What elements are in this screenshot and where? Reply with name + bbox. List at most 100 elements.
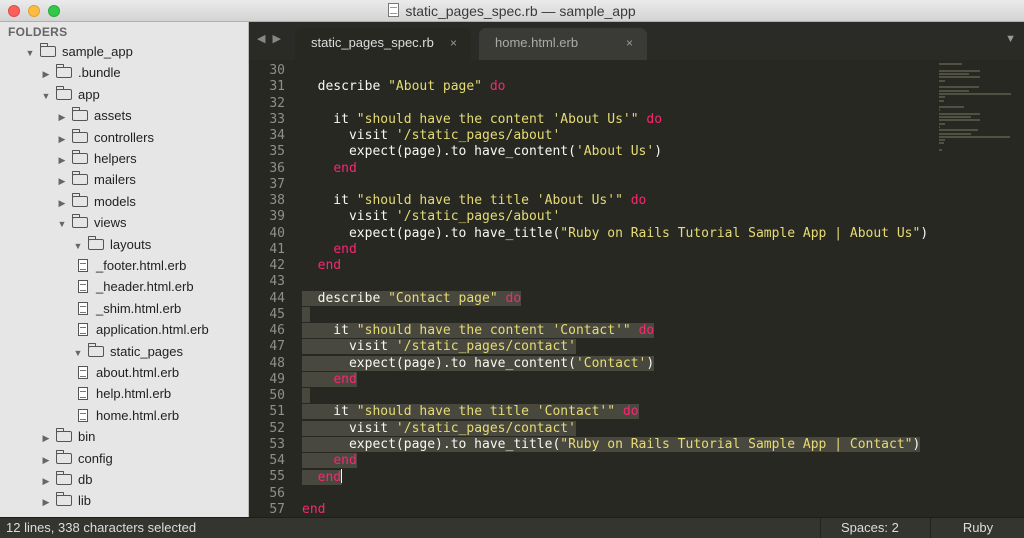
tree-folder[interactable]: ▶ lib [40,491,91,511]
disclosure-closed-icon[interactable]: ▶ [40,428,52,448]
tree-folder[interactable]: ▼ views [56,213,127,233]
disclosure-closed-icon[interactable]: ▶ [56,150,68,170]
folder-icon [88,235,104,250]
code-line[interactable]: it "should have the content 'About Us'" … [302,112,1024,128]
tree-item-label: help.html.erb [96,386,172,402]
code-line[interactable]: expect(page).to have_content('Contact') [302,355,1024,372]
line-number: 57 [269,501,285,517]
disclosure-open-icon[interactable]: ▼ [72,236,84,256]
line-number: 31 [269,79,285,95]
tree-folder[interactable]: ▶ controllers [56,128,154,148]
code-line[interactable]: it "should have the content 'Contact'" d… [302,323,1024,339]
tree-folder[interactable]: ▶ assets [56,106,132,126]
tab-home-html-erb[interactable]: home.html.erb × [479,28,647,60]
file-icon [78,301,88,315]
code-line[interactable] [302,177,1024,193]
keyword-token: do [630,193,647,208]
line-number: 48 [269,355,285,371]
code-line[interactable]: it "should have the title 'About Us'" do [302,193,1024,209]
code-line[interactable]: visit '/static_pages/about' [302,128,1024,144]
tree-folder[interactable]: ▶ config [40,449,113,469]
minimap-line [939,149,942,152]
code-line[interactable]: end [302,258,1024,274]
folder-icon [56,64,72,79]
disclosure-closed-icon[interactable]: ▶ [40,64,52,84]
tree-file[interactable]: home.html.erb [78,406,179,426]
code-line[interactable]: expect(page).to have_content('About Us') [302,144,1024,160]
tree-file[interactable]: _footer.html.erb [78,256,186,276]
code-line[interactable]: expect(page).to have_title("Ruby on Rail… [302,436,1024,453]
selection-status: 12 lines, 338 characters selected [6,520,197,535]
code-area[interactable]: describe "About page" do it "should have… [302,63,1024,517]
tree-folder[interactable]: ▶ db [40,470,92,490]
tree-item-label: _header.html.erb [96,279,194,295]
indentation-setting[interactable]: Spaces: 2 [820,518,930,538]
tree-folder[interactable]: ▼ app [40,85,100,105]
code-line[interactable] [302,388,1024,404]
disclosure-open-icon[interactable]: ▼ [56,214,68,234]
syntax-selector[interactable]: Ruby [930,518,1024,538]
code-editor[interactable]: 30 31 32 33 34 35 36 37 38 39 40 41 42 43 44 45 46 47 48 49… [249,60,1024,517]
string-token: "should have the title 'About Us'" [356,193,623,208]
tree-folder[interactable]: ▼ layouts [72,235,151,255]
file-icon [78,387,88,401]
code-line[interactable] [302,63,1024,79]
code-token: visit [302,339,396,355]
tab-static-pages-spec[interactable]: static_pages_spec.rb × [295,28,471,60]
folder-icon [72,192,88,207]
code-token: expect(page).to have_title( [302,225,561,241]
code-line[interactable]: end [302,469,1024,486]
tree-folder[interactable]: ▶ mailers [56,170,136,190]
code-line[interactable]: end [302,242,1024,258]
string-token: "should have the content 'Contact'" [356,323,631,338]
code-line[interactable]: visit '/static_pages/about' [302,209,1024,225]
tree-file[interactable]: about.html.erb [78,363,179,383]
code-line[interactable] [302,274,1024,290]
tab-dropdown-icon[interactable]: ▼ [1005,33,1016,45]
code-line[interactable]: end [302,161,1024,177]
tree-file[interactable]: application.html.erb [78,320,209,340]
code-line[interactable]: describe "About page" do [302,79,1024,95]
disclosure-closed-icon[interactable]: ▶ [56,129,68,149]
string-token: 'Contact' [575,355,647,371]
disclosure-open-icon[interactable]: ▼ [72,343,84,363]
disclosure-closed-icon[interactable]: ▶ [56,171,68,191]
code-line[interactable] [302,306,1024,323]
tree-file[interactable]: help.html.erb [78,384,171,404]
disclosure-closed-icon[interactable]: ▶ [40,471,52,491]
minimap[interactable] [939,60,1019,200]
tree-folder[interactable]: ▶ bin [40,427,95,447]
tree-folder[interactable]: ▶ models [56,192,136,212]
tree-folder[interactable]: ▼ sample_app [24,42,133,62]
tree-file[interactable]: _header.html.erb [78,277,194,297]
code-line[interactable] [302,486,1024,502]
keyword-token: end [333,453,357,468]
disclosure-open-icon[interactable]: ▼ [24,43,36,63]
disclosure-closed-icon[interactable]: ▶ [40,492,52,512]
disclosure-open-icon[interactable]: ▼ [40,86,52,106]
code-line[interactable]: end [302,502,1024,517]
code-line[interactable]: end [302,453,1024,469]
code-token: ) [920,225,929,241]
code-line[interactable]: visit '/static_pages/contact' [302,339,1024,355]
code-line[interactable]: end [302,371,1024,388]
code-line[interactable] [302,96,1024,112]
code-line[interactable]: expect(page).to have_title("Ruby on Rail… [302,226,1024,242]
folder-icon [56,428,72,443]
minimap-line [939,139,946,142]
disclosure-closed-icon[interactable]: ▶ [40,450,52,470]
disclosure-closed-icon[interactable]: ▶ [56,193,68,213]
tree-folder[interactable]: ▼ static_pages [72,342,183,362]
close-tab-icon[interactable]: × [450,28,457,58]
tree-folder[interactable]: ▶ .bundle [40,63,121,83]
folder-icon [72,128,88,143]
tab-next-icon[interactable]: ▶ [273,33,283,45]
code-line[interactable]: describe "Contact page" do [302,290,1024,307]
close-tab-icon[interactable]: × [626,28,633,58]
code-line[interactable]: visit '/static_pages/contact' [302,420,1024,437]
tree-file[interactable]: _shim.html.erb [78,299,181,319]
tree-folder[interactable]: ▶ helpers [56,149,137,169]
tab-prev-icon[interactable]: ◀ [257,33,267,45]
code-line[interactable]: it "should have the title 'Contact'" do [302,404,1024,420]
disclosure-closed-icon[interactable]: ▶ [56,107,68,127]
